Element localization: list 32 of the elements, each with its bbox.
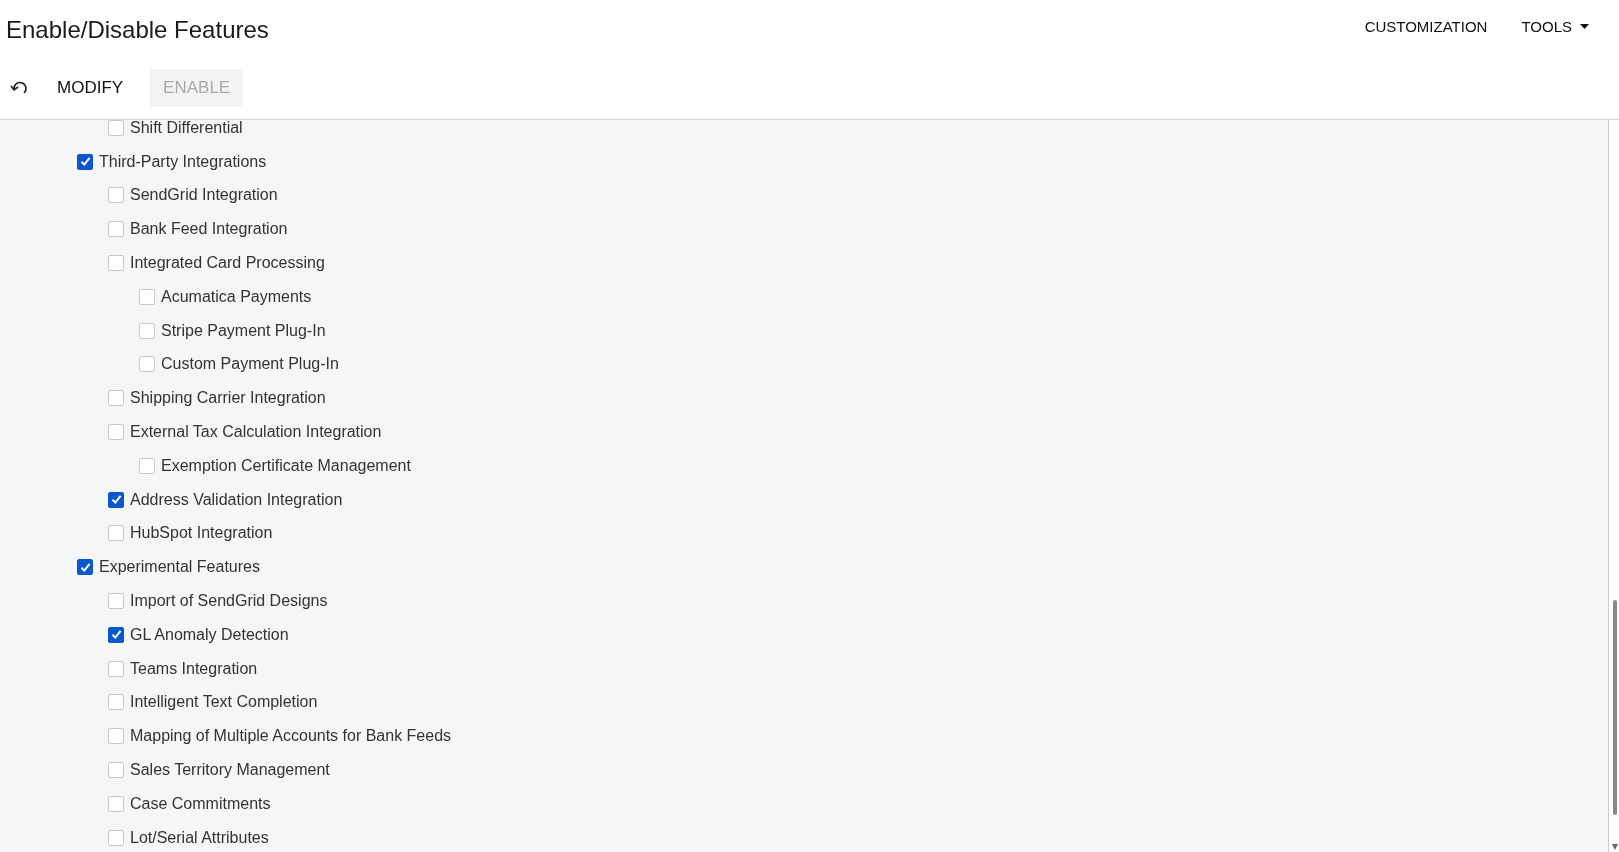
feature-label: Case Commitments <box>130 794 271 813</box>
feature-label: Experimental Features <box>99 558 260 577</box>
feature-label: SendGrid Integration <box>130 186 278 205</box>
feature-label: External Tax Calculation Integration <box>130 423 382 442</box>
feature-label: Stripe Payment Plug-In <box>161 321 326 340</box>
caret-icon <box>1580 24 1589 29</box>
page-title: Enable/Disable Features <box>6 16 269 44</box>
feature-label: Mapping of Multiple Accounts for Bank Feeds <box>130 727 452 746</box>
feature-label: Import of SendGrid Designs <box>130 592 328 611</box>
checkbox[interactable] <box>108 491 124 508</box>
feature-label: Intelligent Text Completion <box>130 693 318 712</box>
feature-label: Custom Payment Plug-In <box>161 355 339 374</box>
feature-label: Exemption Certificate Management <box>161 456 411 475</box>
checkbox[interactable] <box>108 626 124 643</box>
toolbar-button[interactable]: MODIFY <box>44 68 137 107</box>
feature-label: Shipping Carrier Integration <box>130 389 326 408</box>
feature-label: Acumatica Payments <box>161 287 312 306</box>
feature-label: Address Validation Integration <box>130 490 343 509</box>
feature-label: Teams Integration <box>130 659 258 678</box>
feature-label: Third-Party Integrations <box>99 152 267 171</box>
undo-icon[interactable] <box>10 79 30 96</box>
feature-label: GL Anomaly Detection <box>130 625 289 644</box>
menu-button[interactable]: CUSTOMIZATION <box>1364 18 1488 35</box>
feature-label: Shift Differential <box>130 120 243 137</box>
menu-button[interactable]: TOOLS <box>1521 18 1589 35</box>
checkbox[interactable] <box>77 153 93 170</box>
feature-label: Lot/Serial Attributes <box>130 828 269 847</box>
feature-label: HubSpot Integration <box>130 524 273 543</box>
feature-label: Integrated Card Processing <box>130 254 325 273</box>
feature-label: Bank Feed Integration <box>130 220 288 239</box>
checkbox[interactable] <box>77 559 93 576</box>
feature-label: Sales Territory Management <box>130 761 330 780</box>
